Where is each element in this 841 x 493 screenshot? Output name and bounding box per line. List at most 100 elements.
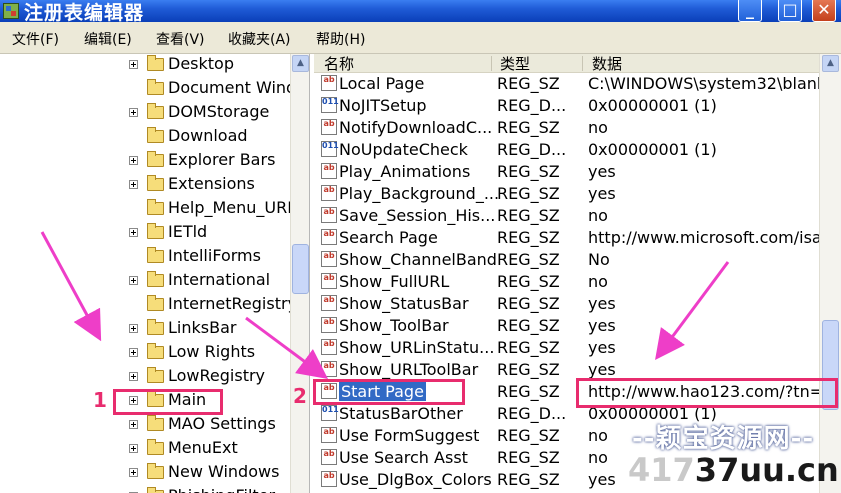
tree-item[interactable]: Extensions <box>0 173 290 197</box>
tree-scroll-thumb[interactable] <box>292 244 309 294</box>
column-divider[interactable] <box>491 56 492 71</box>
expand-plus-icon[interactable] <box>129 156 138 165</box>
annotation-box-main <box>113 389 223 415</box>
tree-item[interactable]: InternetRegistry <box>0 293 297 317</box>
menu-file[interactable]: 文件(F) <box>12 29 59 49</box>
reg-string-icon: ab <box>321 229 337 245</box>
list-row[interactable]: ab Play_Background_... REG_SZ yes <box>314 183 819 205</box>
tree-item[interactable]: Low Rights <box>0 341 290 365</box>
watermark-text: --颖宝资源网-- <box>632 424 815 454</box>
value-name-cell: Show_StatusBar <box>339 294 507 313</box>
tree-scrollbar[interactable]: ▲ <box>290 54 309 493</box>
tree-item-label: New Windows <box>168 462 280 481</box>
tree-item[interactable]: LowRegistry <box>0 365 290 389</box>
value-type: REG_SZ <box>497 426 560 445</box>
value-data: no <box>588 206 608 225</box>
expand-plus-icon[interactable] <box>129 372 138 381</box>
list-row[interactable]: 011 NoUpdateCheck REG_D... 0x00000001 (1) <box>314 139 819 161</box>
value-type: REG_SZ <box>497 338 560 357</box>
tree-item-label: Document Windo <box>168 78 306 97</box>
value-name-cell: Show_FullURL <box>339 272 507 291</box>
tree-item[interactable]: PhishingFilter <box>0 485 290 493</box>
folder-icon <box>147 367 164 383</box>
list-row[interactable]: ab Show_ToolBar REG_SZ yes <box>314 315 819 337</box>
tree-item[interactable]: MAO Settings <box>0 413 290 437</box>
reg-string-icon: ab <box>321 361 337 377</box>
value-name: Use_DlgBox_Colors <box>339 470 492 489</box>
value-data: yes <box>588 162 616 181</box>
value-name: Show_StatusBar <box>339 294 469 313</box>
value-type: REG_SZ <box>497 272 560 291</box>
list-row[interactable]: 011 NoJITSetup REG_D... 0x00000001 (1) <box>314 95 819 117</box>
expand-plus-icon[interactable] <box>129 276 138 285</box>
list-row[interactable]: ab Play_Animations REG_SZ yes <box>314 161 819 183</box>
value-data: no <box>588 118 608 137</box>
menu-edit[interactable]: 编辑(E) <box>84 29 132 49</box>
list-row[interactable]: ab Show_ChannelBand REG_SZ No <box>314 249 819 271</box>
menu-favorites[interactable]: 收藏夹(A) <box>228 29 291 49</box>
expand-plus-icon[interactable] <box>129 420 138 429</box>
reg-string-icon: ab <box>321 119 337 135</box>
column-header-data[interactable]: 数据 <box>592 54 622 73</box>
list-row[interactable]: ab Show_URLinStatu... REG_SZ yes <box>314 337 819 359</box>
scroll-up-arrow-icon[interactable]: ▲ <box>822 55 839 72</box>
list-row[interactable]: ab NotifyDownloadC... REG_SZ no <box>314 117 819 139</box>
value-data: yes <box>588 316 616 335</box>
regedit-app-icon <box>3 3 19 19</box>
list-row[interactable]: ab Show_FullURL REG_SZ no <box>314 271 819 293</box>
annotation-box-start-page-data <box>576 378 838 408</box>
folder-icon <box>147 127 164 143</box>
expand-plus-icon[interactable] <box>129 108 138 117</box>
folder-icon <box>147 103 164 119</box>
value-name: Show_ToolBar <box>339 316 449 335</box>
tree-item[interactable]: Document Windo <box>0 77 306 101</box>
close-button[interactable]: ✕ <box>812 0 836 22</box>
expand-plus-icon[interactable] <box>129 228 138 237</box>
list-row[interactable]: ab Local Page REG_SZ C:\WINDOWS\system32\bl… <box>314 73 820 95</box>
list-row[interactable]: ab Search Page REG_SZ http://www.microsoft.… <box>314 227 820 249</box>
value-name: NoJITSetup <box>339 96 427 115</box>
reg-string-icon: ab <box>321 273 337 289</box>
tree-item-label: Explorer Bars <box>168 150 276 169</box>
expand-plus-icon[interactable] <box>129 180 138 189</box>
expand-plus-icon[interactable] <box>129 444 138 453</box>
maximize-button[interactable]: □ <box>778 0 802 22</box>
value-name-cell: NotifyDownloadC... <box>339 118 507 137</box>
list-row[interactable]: ab Save_Session_His... REG_SZ no <box>314 205 819 227</box>
menu-view[interactable]: 查看(V) <box>156 29 205 49</box>
tree-item[interactable]: Help_Menu_URL <box>0 197 296 221</box>
tree-item[interactable]: Desktop <box>0 54 290 77</box>
tree-item-label: Desktop <box>168 54 234 73</box>
tree-item[interactable]: IntelliForms <box>0 245 290 269</box>
tree-item[interactable]: MenuExt <box>0 437 290 461</box>
expand-plus-icon[interactable] <box>129 348 138 357</box>
column-header-type[interactable]: 类型 <box>500 54 530 73</box>
column-header-name[interactable]: 名称 <box>324 54 354 73</box>
expand-plus-icon[interactable] <box>129 468 138 477</box>
minimize-button[interactable]: _ <box>738 0 762 22</box>
annotation-number-2: 2 <box>293 384 307 408</box>
tree-item[interactable]: LinksBar <box>0 317 290 341</box>
value-name: NoUpdateCheck <box>339 140 468 159</box>
tree-item[interactable]: International <box>0 269 290 293</box>
expand-plus-icon[interactable] <box>129 60 138 69</box>
folder-icon <box>147 223 164 239</box>
scroll-up-arrow-icon[interactable]: ▲ <box>292 55 309 72</box>
watermark-logo-domain: 37uu.cn <box>694 451 839 489</box>
reg-string-icon: ab <box>321 339 337 355</box>
expand-plus-icon[interactable] <box>129 324 138 333</box>
tree-item[interactable]: IETld <box>0 221 290 245</box>
menu-help[interactable]: 帮助(H) <box>316 29 365 49</box>
folder-icon <box>147 199 164 215</box>
list-row[interactable]: ab Show_StatusBar REG_SZ yes <box>314 293 819 315</box>
value-name: Play_Background_... <box>339 184 500 203</box>
tree-item[interactable]: Download <box>0 125 290 149</box>
tree-item[interactable]: New Windows <box>0 461 290 485</box>
list-scrollbar[interactable]: ▲ <box>819 54 841 493</box>
value-name: Use Search Asst <box>339 448 468 467</box>
folder-icon <box>147 79 164 95</box>
reg-string-icon: ab <box>321 449 337 465</box>
tree-item[interactable]: Explorer Bars <box>0 149 290 173</box>
tree-item[interactable]: DOMStorage <box>0 101 290 125</box>
column-divider[interactable] <box>582 56 583 71</box>
